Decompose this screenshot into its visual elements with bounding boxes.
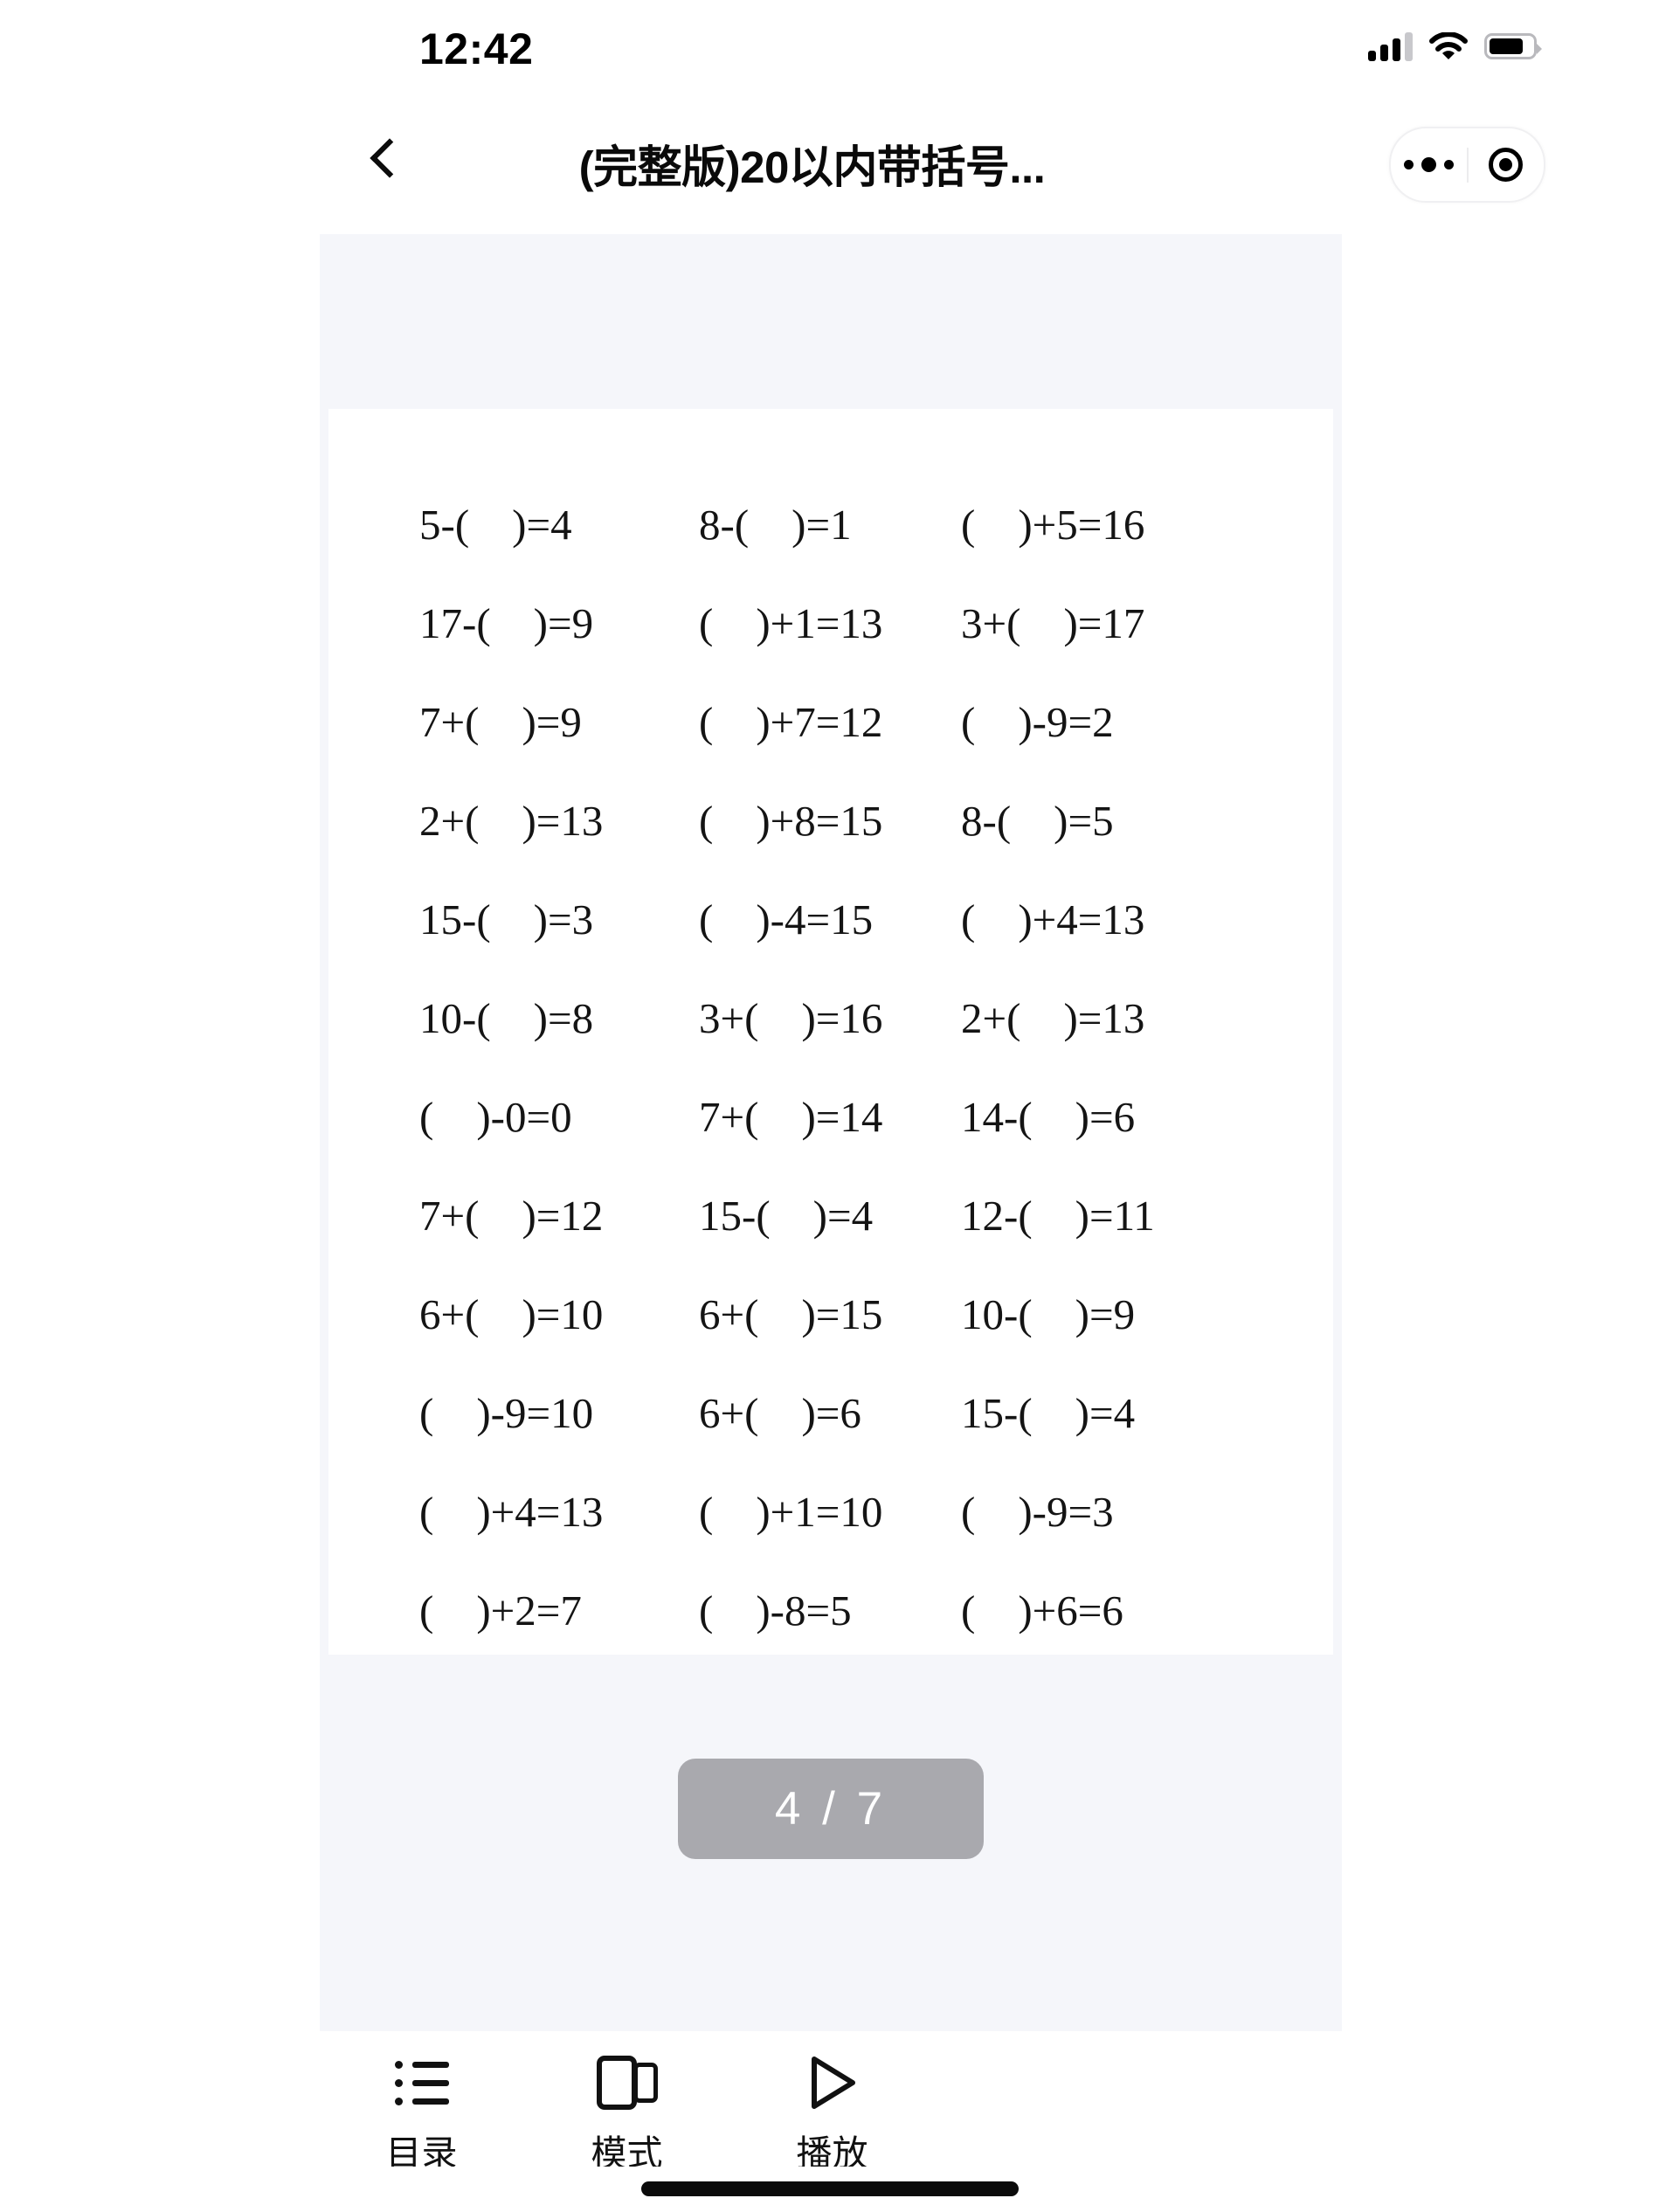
problem-cell: 5-( )=4: [419, 501, 572, 549]
toolbar-item-play[interactable]: 播放: [729, 2031, 935, 2176]
table-row: 2+( )=13 ( )+8=15 8-( )=5: [328, 799, 1333, 898]
problem-cell: ( )-9=10: [419, 1389, 594, 1437]
problem-cell: 7+( )=9: [419, 698, 582, 746]
home-indicator-bar[interactable]: [640, 2181, 1019, 2196]
problem-cell: ( )+7=12: [699, 698, 883, 746]
problem-cell: 7+( )=14: [699, 1093, 883, 1141]
table-row: 17-( )=9 ( )+1=13 3+( )=17: [328, 602, 1333, 701]
problem-cell: 10-( )=9: [961, 1290, 1136, 1338]
table-row: ( )-9=10 6+( )=6 15-( )=4: [328, 1392, 1333, 1490]
play-icon: [807, 2054, 858, 2112]
problem-cell: ( )-9=2: [961, 698, 1114, 746]
problem-cell: 7+( )=12: [419, 1192, 604, 1240]
problem-cell: 6+( )=6: [699, 1389, 861, 1437]
table-row: 10-( )=8 3+( )=16 2+( )=13: [328, 997, 1333, 1096]
target-circle-icon[interactable]: [1469, 148, 1545, 182]
problem-cell: 14-( )=6: [961, 1093, 1136, 1141]
problem-cell: 6+( )=10: [419, 1290, 604, 1338]
table-row: ( )+2=7 ( )-8=5 ( )+6=6: [328, 1589, 1333, 1688]
navigation-bar: (完整版)20以内带括号...: [0, 92, 1659, 234]
miniprogram-capsule: [1389, 127, 1545, 203]
page-indicator: 4 / 7: [678, 1759, 984, 1859]
problem-cell: 15-( )=4: [961, 1389, 1136, 1437]
problem-cell: 3+( )=17: [961, 599, 1145, 647]
document-viewer[interactable]: 5-( )=4 8-( )=1 ( )+5=16 17-( )=9 ( )+1=…: [320, 234, 1342, 2031]
toolbar-item-mode[interactable]: 模式: [524, 2031, 729, 2176]
problem-cell: ( )-4=15: [699, 895, 874, 944]
list-icon: [394, 2054, 449, 2112]
problem-cell: 2+( )=13: [961, 994, 1145, 1042]
problem-cell: 12-( )=11: [961, 1192, 1155, 1240]
problem-cell: 3+( )=16: [699, 994, 883, 1042]
table-row: 7+( )=12 15-( )=4 12-( )=11: [328, 1194, 1333, 1293]
bottom-toolbar: 目录 模式 播放: [0, 2031, 1659, 2174]
problem-cell: ( )-8=5: [699, 1586, 852, 1635]
problem-cell: ( )+5=16: [961, 501, 1145, 549]
table-row: 5-( )=4 8-( )=1 ( )+5=16: [328, 503, 1333, 602]
problem-cell: 6+( )=15: [699, 1290, 883, 1338]
problem-grid: 5-( )=4 8-( )=1 ( )+5=16 17-( )=9 ( )+1=…: [328, 409, 1333, 1655]
table-row: ( )+4=13 ( )+1=10 ( )-9=3: [328, 1490, 1333, 1589]
problem-cell: 10-( )=8: [419, 994, 594, 1042]
problem-cell: ( )+2=7: [419, 1586, 582, 1635]
home-indicator-area: [0, 2167, 1659, 2212]
problem-cell: ( )+1=13: [699, 599, 883, 647]
cellular-signal-icon: [1368, 31, 1413, 61]
problem-cell: ( )-0=0: [419, 1093, 572, 1141]
problem-cell: ( )+1=10: [699, 1488, 883, 1536]
problem-cell: ( )+6=6: [961, 1586, 1123, 1635]
problem-cell: ( )+4=13: [961, 895, 1145, 944]
table-row: 6+( )=10 6+( )=15 10-( )=9: [328, 1293, 1333, 1392]
problem-cell: 8-( )=5: [961, 797, 1114, 845]
table-row: 15-( )=3 ( )-4=15 ( )+4=13: [328, 898, 1333, 997]
problem-cell: 17-( )=9: [419, 599, 594, 647]
wifi-icon: [1429, 31, 1468, 61]
problem-cell: ( )+8=15: [699, 797, 883, 845]
problem-cell: 15-( )=3: [419, 895, 594, 944]
problem-cell: 2+( )=13: [419, 797, 604, 845]
status-bar: 12:42: [0, 0, 1659, 92]
more-dots-icon[interactable]: [1391, 157, 1467, 172]
table-row: 7+( )=9 ( )+7=12 ( )-9=2: [328, 701, 1333, 799]
problem-cell: ( )+4=13: [419, 1488, 604, 1536]
problem-cell: 8-( )=1: [699, 501, 852, 549]
problem-cell: ( )-9=3: [961, 1488, 1114, 1536]
worksheet-page: 5-( )=4 8-( )=1 ( )+5=16 17-( )=9 ( )+1=…: [328, 409, 1333, 1655]
status-bar-time: 12:42: [419, 24, 534, 73]
problem-cell: 15-( )=4: [699, 1192, 874, 1240]
status-bar-indicators: [1368, 31, 1542, 61]
toolbar-item-catalog[interactable]: 目录: [319, 2031, 524, 2176]
battery-icon: [1484, 33, 1542, 59]
cards-icon: [596, 2054, 658, 2112]
table-row: ( )-0=0 7+( )=14 14-( )=6: [328, 1096, 1333, 1194]
